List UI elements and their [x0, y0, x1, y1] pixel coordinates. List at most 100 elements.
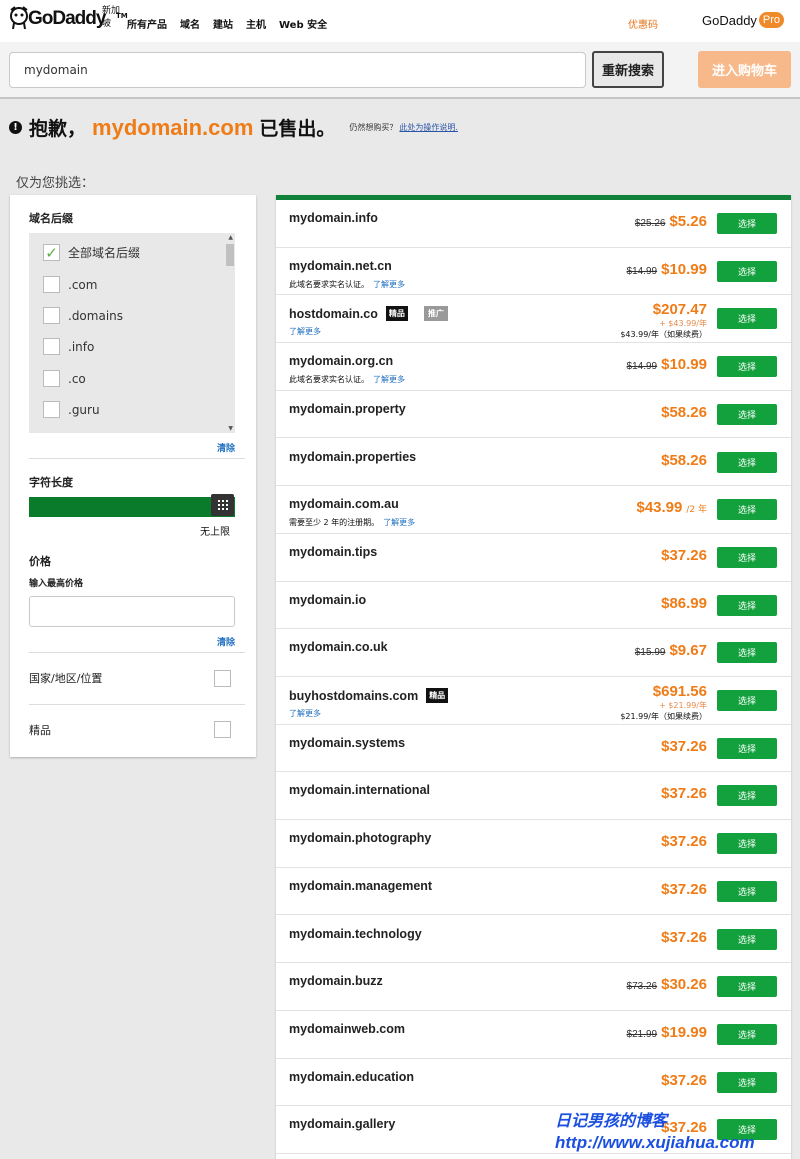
- godaddy-pro-link[interactable]: GoDaddy Pro: [702, 12, 785, 28]
- select-button[interactable]: 选择: [717, 833, 777, 855]
- exclamation-icon: !: [9, 121, 22, 134]
- tld-option-label: .guru: [68, 402, 100, 417]
- price-filter-title: 价格: [29, 555, 51, 568]
- select-button[interactable]: 选择: [717, 594, 777, 616]
- select-button[interactable]: 选择: [717, 499, 777, 521]
- select-button[interactable]: 选择: [717, 403, 777, 425]
- checkbox[interactable]: [43, 338, 60, 355]
- country-filter-checkbox[interactable]: [214, 670, 231, 687]
- learn-more-link[interactable]: 了解更多: [383, 518, 415, 527]
- select-button[interactable]: 选择: [717, 451, 777, 473]
- nav-item-websites[interactable]: 建站: [213, 16, 233, 31]
- price-block: $37.26: [661, 1072, 707, 1089]
- checkbox[interactable]: [43, 276, 60, 293]
- pro-brand-text: GoDaddy: [702, 12, 757, 28]
- instructions-link[interactable]: 此处为操作说明.: [399, 122, 458, 133]
- price-block: $37.26: [661, 547, 707, 564]
- checkbox[interactable]: [43, 401, 60, 418]
- ad-tag: 推广: [423, 306, 448, 322]
- tld-option-info[interactable]: .info: [43, 338, 94, 355]
- learn-more-link[interactable]: 了解更多: [289, 708, 321, 719]
- price-block: $37.26: [661, 929, 707, 946]
- tld-option-guru[interactable]: .guru: [43, 401, 100, 418]
- current-price: $10.99: [661, 356, 707, 374]
- length-filter-title: 字符长度: [29, 476, 73, 489]
- current-price: $37.26: [661, 928, 707, 946]
- tld-clear-link[interactable]: 清除: [217, 441, 235, 454]
- tld-option-label: 全部域名后缀: [68, 246, 141, 260]
- select-button[interactable]: 选择: [717, 737, 777, 759]
- research-button[interactable]: 重新搜索: [592, 51, 664, 88]
- price-block: $37.26: [661, 738, 707, 755]
- promo-code-link[interactable]: 优惠码: [628, 16, 658, 31]
- tld-option-domains[interactable]: .domains: [43, 307, 123, 324]
- length-slider-track[interactable]: [29, 497, 235, 517]
- learn-more-link[interactable]: 了解更多: [373, 375, 405, 384]
- old-price: $14.99: [626, 265, 658, 277]
- length-slider-handle[interactable]: [211, 494, 234, 516]
- current-price: $86.99: [661, 594, 707, 612]
- scroll-up-icon[interactable]: ▲: [228, 234, 233, 241]
- tld-options-list[interactable]: ✓ 全部域名后缀 .com .domains .info .co .guru ▲…: [29, 233, 235, 433]
- checkbox-checked[interactable]: ✓: [43, 244, 60, 262]
- premium-filter-checkbox[interactable]: [214, 721, 231, 738]
- picked-for-you-title: 仅为您挑选：: [16, 176, 95, 191]
- renewal-note: $43.99/年（如果续费）: [620, 330, 707, 340]
- learn-more-link[interactable]: 了解更多: [373, 280, 405, 289]
- domain-name: hostdomain.co 精品 推广: [289, 306, 448, 322]
- length-value: 无上限: [200, 527, 230, 538]
- checkbox[interactable]: [43, 370, 60, 387]
- select-button[interactable]: 选择: [717, 690, 777, 711]
- domain-name: mydomain.net.cn: [289, 258, 392, 273]
- price-block: $37.26: [661, 785, 707, 802]
- max-price-input[interactable]: [29, 596, 235, 627]
- domain-name: buyhostdomains.com 精品: [289, 688, 449, 703]
- current-price: $58.26: [661, 403, 707, 421]
- logo-trademark: TM: [116, 12, 128, 20]
- tld-option-co[interactable]: .co: [43, 370, 86, 387]
- tld-option-label: .co: [68, 371, 86, 386]
- domain-name: mydomain.management: [289, 878, 433, 893]
- renewal-note: $21.99/年（如果续费）: [620, 712, 707, 721]
- result-row: mydomain.info $25.26 $5.26 选择: [276, 200, 791, 248]
- select-button[interactable]: 选择: [717, 213, 777, 234]
- nav-item-all-products[interactable]: 所有产品: [127, 16, 167, 31]
- tld-option-com[interactable]: .com: [43, 276, 97, 293]
- select-button[interactable]: 选择: [717, 928, 777, 950]
- tld-scrollbar[interactable]: ▲ ▼: [225, 233, 235, 433]
- godaddy-logo[interactable]: GoDaddy 新加坡 TM: [8, 4, 128, 34]
- select-button[interactable]: 选择: [717, 308, 777, 330]
- result-row: mydomain.co.uk $15.99 $9.67 选择: [276, 629, 791, 677]
- nav-item-hosting[interactable]: 主机: [246, 16, 266, 31]
- current-price: $43.99: [636, 499, 683, 517]
- select-button[interactable]: 选择: [717, 1023, 777, 1045]
- learn-more-link[interactable]: 了解更多: [289, 326, 321, 337]
- go-to-cart-button[interactable]: 进入购物车: [698, 51, 791, 88]
- nav-item-domains[interactable]: 域名: [180, 16, 200, 31]
- divider: [29, 458, 245, 459]
- current-price: $37.26: [661, 785, 707, 803]
- price-clear-link[interactable]: 清除: [217, 635, 235, 648]
- select-button[interactable]: 选择: [717, 1071, 777, 1093]
- select-button[interactable]: 选择: [717, 785, 777, 807]
- select-button[interactable]: 选择: [717, 976, 777, 998]
- scroll-thumb[interactable]: [226, 244, 234, 266]
- result-row: mydomain.photography $37.26 选择: [276, 820, 791, 868]
- domain-note: 此域名要求实名认证。 了解更多: [289, 375, 405, 385]
- domain-results-list: mydomain.info $25.26 $5.26 选择 mydomain.n…: [276, 195, 791, 1159]
- old-price: $14.99: [626, 361, 658, 373]
- tld-option-all[interactable]: ✓ 全部域名后缀: [43, 244, 141, 262]
- current-price: $19.99: [661, 1023, 707, 1041]
- filter-panel: 域名后缀 ✓ 全部域名后缀 .com .domains .info .co .g…: [10, 195, 256, 757]
- price-block: $58.26: [661, 452, 707, 469]
- select-button[interactable]: 选择: [717, 546, 777, 568]
- checkbox[interactable]: [43, 307, 60, 324]
- domain-search-input[interactable]: [9, 52, 586, 88]
- select-button[interactable]: 选择: [717, 260, 777, 282]
- select-button[interactable]: 选择: [717, 880, 777, 902]
- select-button[interactable]: 选择: [717, 642, 777, 664]
- select-button[interactable]: 选择: [717, 356, 777, 378]
- scroll-down-icon[interactable]: ▼: [228, 425, 233, 432]
- nav-item-web-security[interactable]: Web 安全: [279, 16, 327, 31]
- result-row: mydomain.systems $37.26 选择: [276, 725, 791, 773]
